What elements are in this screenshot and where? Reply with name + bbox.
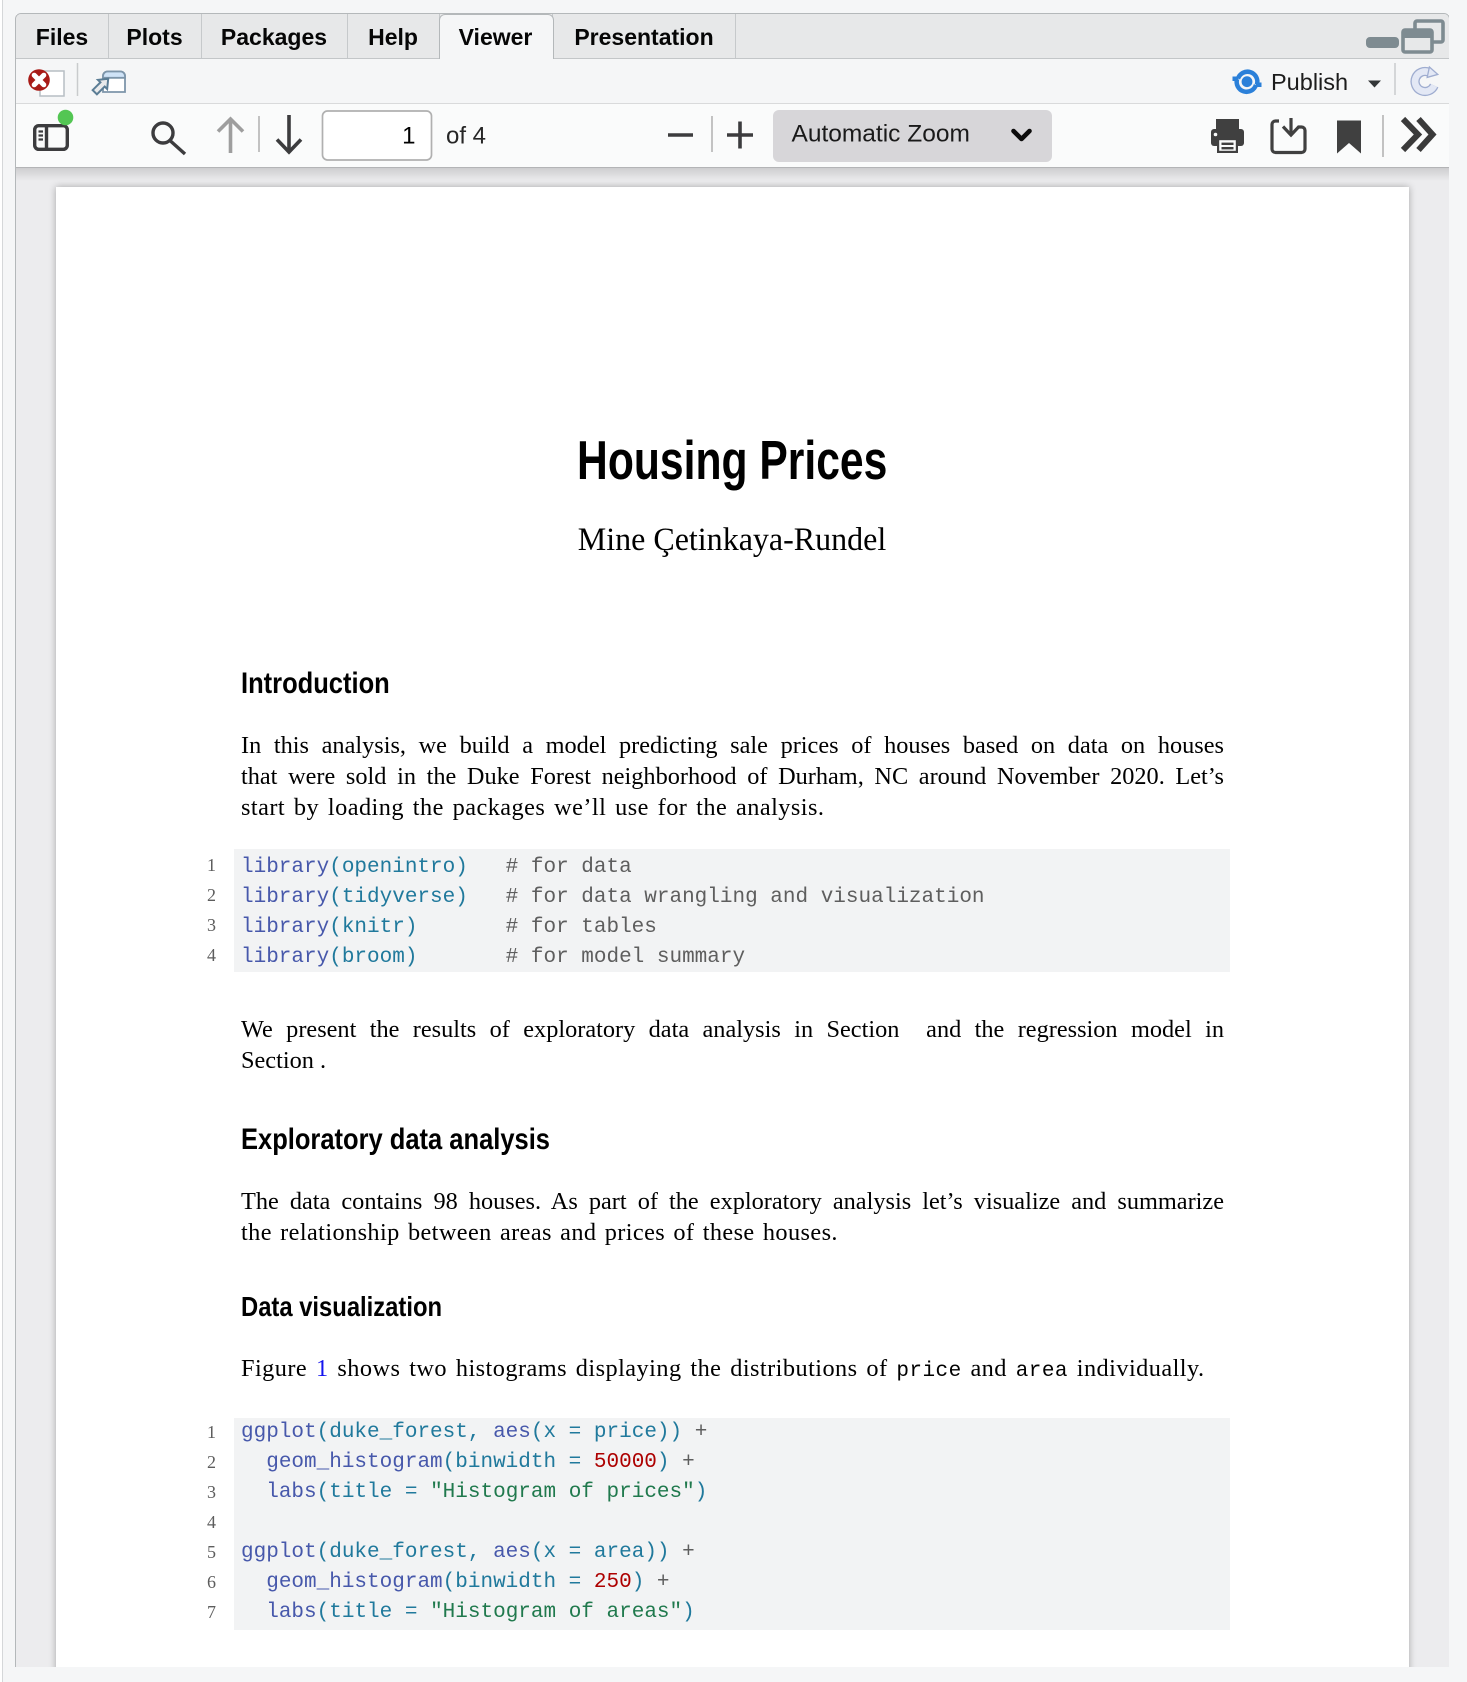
svg-text:Publish: Publish — [1271, 69, 1348, 95]
svg-text:1: 1 — [402, 123, 415, 150]
svg-text:Automatic Zoom: Automatic Zoom — [792, 121, 970, 148]
svg-text:of 4: of 4 — [446, 123, 486, 150]
